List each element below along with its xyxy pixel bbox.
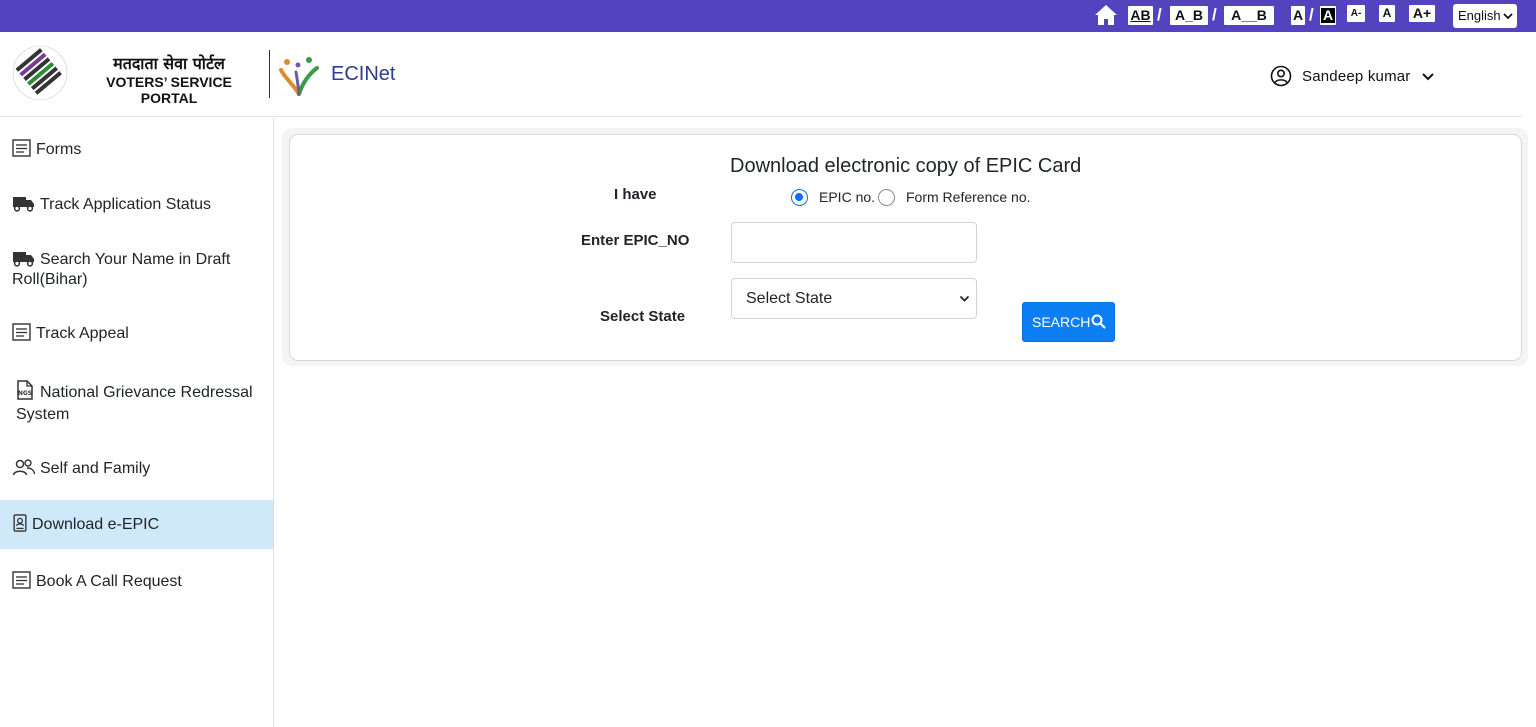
truck-icon: [13, 197, 34, 212]
radio-form-reference-label[interactable]: Form Reference no.: [906, 189, 1031, 205]
sidebar-item-forms[interactable]: Forms: [0, 139, 273, 161]
user-avatar-icon: [1270, 65, 1292, 87]
ecinet-logo[interactable]: [279, 54, 319, 96]
form-icon: [12, 323, 31, 341]
chevron-down-icon: [959, 295, 970, 302]
epic-no-label: Enter EPIC_NO: [581, 232, 690, 249]
epic-no-input[interactable]: [731, 222, 977, 263]
id-card-icon: [13, 514, 27, 532]
sidebar-item-track-application[interactable]: Track Application Status: [0, 194, 273, 216]
search-icon: [1091, 314, 1106, 329]
truck-icon: [13, 252, 34, 267]
chevron-down-icon: [1503, 13, 1513, 20]
search-button[interactable]: SEARCH: [1022, 302, 1115, 342]
contrast-option-a--b[interactable]: A__B: [1224, 6, 1274, 25]
separator: /: [1157, 5, 1162, 24]
contrast-option-a-b[interactable]: A_B: [1170, 6, 1208, 25]
brand-hindi: मतदाता सेवा पोर्टल: [113, 54, 225, 73]
state-label: Select State: [600, 308, 686, 325]
sidebar-item-self-family[interactable]: Self and Family: [0, 458, 273, 480]
accessibility-bar: AB / A_B / A__B A / A A- A A+ English: [0, 0, 1536, 32]
state-select[interactable]: Select State: [731, 278, 977, 319]
document-icon: NGS: [17, 380, 33, 400]
state-select-value: Select State: [746, 290, 833, 307]
sidebar-item-search-draft-roll[interactable]: Search Your Name in Draft Roll(Bihar): [0, 249, 273, 289]
font-normal-button[interactable]: A: [1379, 5, 1395, 22]
sidebar-item-track-appeal[interactable]: Track Appeal: [0, 323, 273, 345]
sidebar-item-grievance[interactable]: NGS National Grievance Redressal System: [0, 380, 273, 424]
sidebar-item-download-epic[interactable]: Download e-EPIC: [0, 500, 273, 549]
header-divider: [0, 116, 1522, 117]
brand-english: VOTERS’ SERVICE PORTAL: [106, 74, 232, 106]
search-button-label: SEARCH: [1032, 314, 1091, 330]
theme-light-option[interactable]: A: [1291, 6, 1305, 25]
contrast-option-ab[interactable]: AB: [1128, 6, 1153, 25]
eci-emblem-logo[interactable]: [10, 44, 70, 102]
radio-form-reference[interactable]: [878, 189, 895, 206]
separator: /: [1309, 5, 1314, 24]
user-menu[interactable]: Sandeep kumar: [1270, 64, 1435, 88]
form-icon: [12, 139, 31, 157]
font-decrease-button[interactable]: A-: [1347, 5, 1365, 22]
font-increase-button[interactable]: A+: [1409, 5, 1435, 22]
page-title: Download electronic copy of EPIC Card: [730, 155, 1082, 177]
app-name: ECINet: [331, 63, 396, 85]
separator: /: [1212, 5, 1217, 24]
home-icon[interactable]: [1094, 4, 1118, 26]
site-header: मतदाता सेवा पोर्टल VOTERS’ SERVICE PORTA…: [0, 32, 1536, 118]
language-select[interactable]: English: [1453, 4, 1517, 28]
user-name: Sandeep kumar: [1302, 67, 1411, 85]
radio-epic-no-label[interactable]: EPIC no.: [819, 189, 875, 205]
sidebar-item-book-call[interactable]: Book A Call Request: [0, 571, 273, 593]
svg-text:NGS: NGS: [18, 390, 32, 397]
radio-epic-no[interactable]: [791, 189, 808, 206]
users-icon: [12, 459, 36, 476]
form-icon: [12, 571, 31, 589]
chevron-down-icon: [1421, 73, 1434, 81]
theme-dark-option[interactable]: A: [1320, 6, 1336, 25]
i-have-label: I have: [614, 186, 657, 203]
brand-divider: [269, 50, 270, 98]
language-value: English: [1458, 8, 1501, 23]
